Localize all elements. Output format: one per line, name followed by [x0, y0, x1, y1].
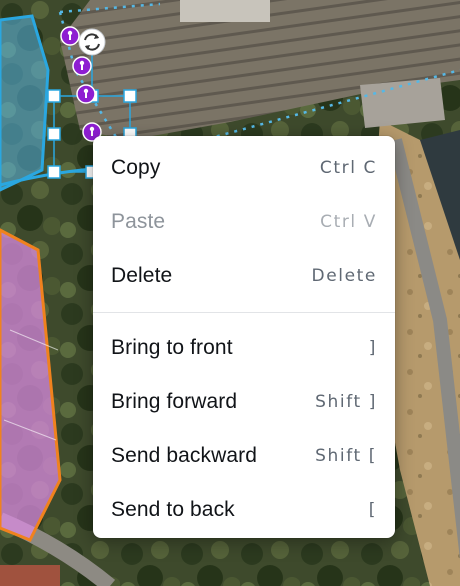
resize-handle-bl[interactable]: [47, 165, 61, 179]
menu-item-label: Bring forward: [111, 390, 238, 413]
menu-item-label: Send to back: [111, 498, 235, 521]
resize-handle-l[interactable]: [47, 127, 61, 141]
menu-item-delete[interactable]: Delete Delete: [93, 249, 395, 303]
context-menu: Copy Ctrl C Paste Ctrl V Delete Delete B…: [93, 136, 395, 538]
location-marker-icon[interactable]: [60, 26, 80, 46]
menu-item-label: Paste: [111, 210, 166, 233]
resize-handle-tl[interactable]: [47, 89, 61, 103]
location-marker-icon[interactable]: [76, 84, 96, 104]
menu-item-shortcut: ]: [368, 338, 377, 358]
court: [0, 565, 60, 586]
menu-item-label: Bring to front: [111, 336, 233, 359]
menu-item-shortcut: Shift ]: [315, 392, 377, 412]
platform: [180, 0, 270, 22]
menu-item-send-backward[interactable]: Send backward Shift [: [93, 429, 395, 483]
menu-item-shortcut: Ctrl V: [320, 212, 377, 232]
menu-item-paste[interactable]: Paste Ctrl V: [93, 195, 395, 249]
building: [360, 78, 445, 128]
menu-item-label: Send backward: [111, 444, 258, 467]
menu-divider: [93, 312, 395, 313]
resize-handle-tr[interactable]: [123, 89, 137, 103]
selected-zone[interactable]: [0, 14, 50, 192]
menu-item-shortcut: Delete: [311, 266, 377, 286]
rotate-handle-icon[interactable]: [78, 28, 106, 56]
menu-item-send-to-back[interactable]: Send to back [: [93, 483, 395, 537]
menu-item-shortcut: Shift [: [315, 446, 377, 466]
location-marker-icon[interactable]: [72, 56, 92, 76]
menu-item-shortcut: Ctrl C: [319, 158, 377, 178]
menu-item-label: Delete: [111, 264, 173, 287]
menu-item-bring-forward[interactable]: Bring forward Shift ]: [93, 375, 395, 429]
menu-item-label: Copy: [111, 156, 161, 179]
menu-item-copy[interactable]: Copy Ctrl C: [93, 141, 395, 195]
menu-item-bring-to-front[interactable]: Bring to front ]: [93, 321, 395, 375]
menu-item-shortcut: [: [368, 500, 377, 520]
